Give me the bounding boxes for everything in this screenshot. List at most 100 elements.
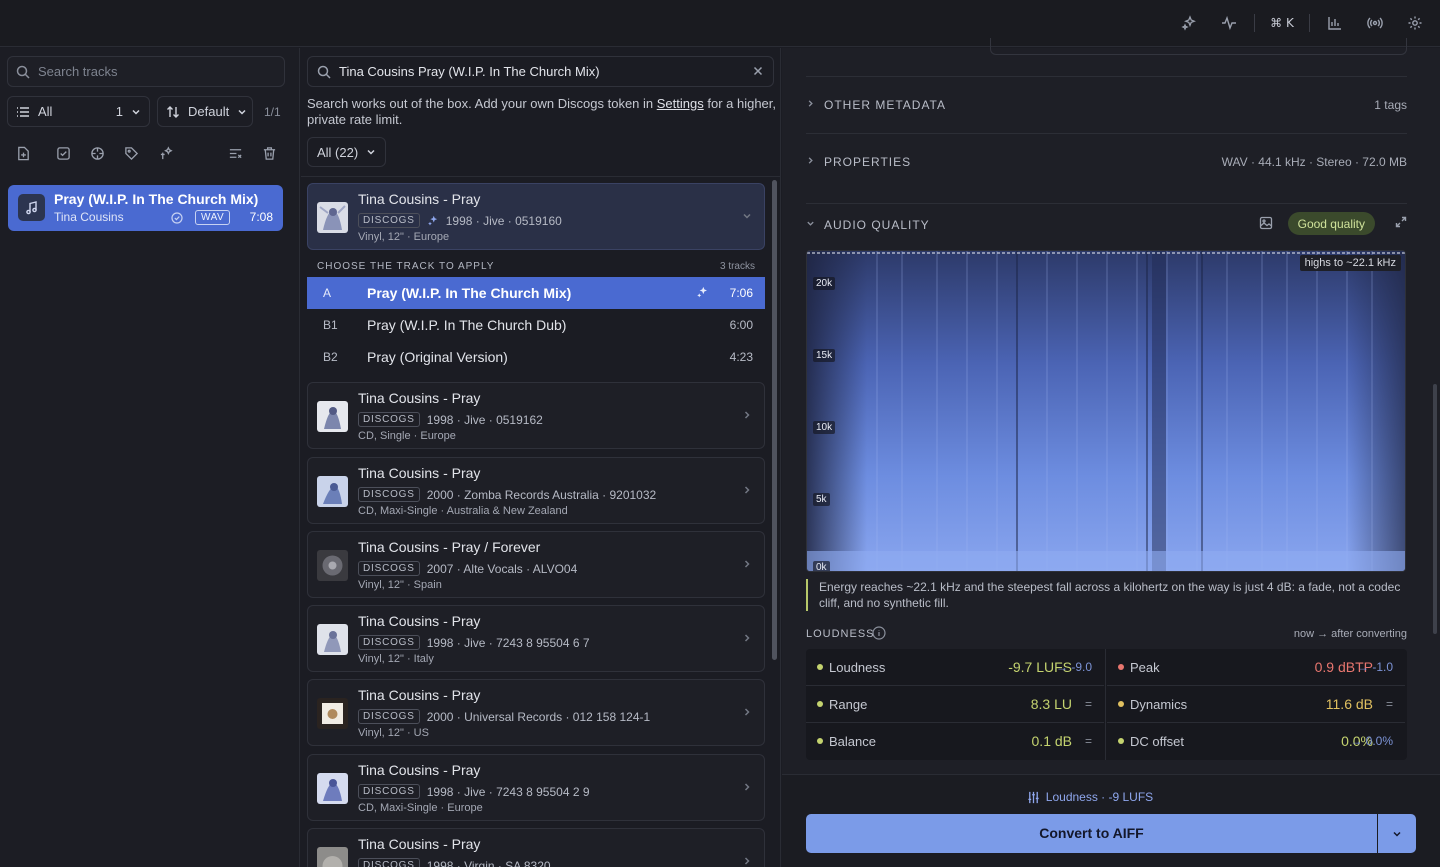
crosshair-icon[interactable] bbox=[86, 142, 108, 164]
clear-list-icon[interactable] bbox=[224, 142, 246, 164]
filter-dropdown[interactable]: All 1 bbox=[7, 96, 150, 127]
spectrogram: highs to ~22.1 kHz 20k 15k 10k 5k 0k bbox=[806, 250, 1406, 572]
album-art bbox=[317, 550, 348, 581]
tracklist-row[interactable]: B1 Pray (W.I.P. In The Church Dub) 6:00 bbox=[307, 309, 765, 341]
format-badge: WAV bbox=[195, 210, 231, 225]
ai-match-icon bbox=[696, 286, 709, 299]
audio-quality-label[interactable]: AUDIO QUALITY bbox=[824, 218, 930, 232]
track-search-box[interactable] bbox=[7, 56, 285, 87]
release-card[interactable]: Tina Cousins - Pray DISCOGS 1998 · Jive ·… bbox=[307, 754, 765, 821]
close-icon[interactable] bbox=[752, 65, 764, 77]
metric-range: Range 8.3 LU = bbox=[806, 686, 1104, 723]
audio-quality-section: AUDIO QUALITY Good quality bbox=[806, 203, 1407, 243]
release-card[interactable]: Tina Cousins - Pray DISCOGS 2000 · Zomba … bbox=[307, 457, 765, 524]
bar-chart-icon[interactable] bbox=[1324, 12, 1346, 34]
chevron-right-icon bbox=[742, 633, 752, 643]
chevron-down-icon[interactable] bbox=[806, 219, 815, 228]
music-note-icon bbox=[18, 194, 45, 221]
tracklist-row[interactable]: A Pray (W.I.P. In The Church Mix) 7:06 bbox=[307, 277, 765, 309]
details-scrollbar[interactable] bbox=[1433, 384, 1437, 634]
chevron-down-icon[interactable] bbox=[742, 211, 752, 221]
track-duration: 7:08 bbox=[249, 210, 273, 224]
chevron-down-icon bbox=[237, 107, 247, 117]
release-info: 1998 · Jive · 0519160 bbox=[445, 213, 562, 228]
results-scrollbar[interactable] bbox=[772, 180, 777, 660]
release-card[interactable]: Tina Cousins - Pray DISCOGS 1998 · Jive ·… bbox=[307, 605, 765, 672]
filter-count: 1 bbox=[115, 104, 123, 119]
list-icon bbox=[16, 105, 30, 119]
release-card[interactable]: Tina Cousins - Pray DISCOGS 2000 · Univer… bbox=[307, 679, 765, 746]
spectrogram-axis-label: 15k bbox=[813, 349, 836, 362]
track-list-item[interactable]: Pray (W.I.P. In The Church Mix) Tina Cou… bbox=[8, 185, 283, 231]
loudness-target-button[interactable]: Loudness · -9 LUFS bbox=[782, 790, 1398, 804]
release-title: Tina Cousins - Pray bbox=[358, 191, 481, 207]
search-icon bbox=[317, 65, 331, 79]
page-count: 1/1 bbox=[264, 104, 281, 119]
image-icon[interactable] bbox=[1259, 216, 1273, 230]
album-art bbox=[317, 202, 348, 233]
chevron-down-icon bbox=[131, 107, 141, 117]
magic-edit-icon[interactable] bbox=[155, 142, 177, 164]
settings-link[interactable]: Settings bbox=[657, 96, 704, 111]
release-format: Vinyl, 12" · Europe bbox=[358, 231, 450, 243]
release-card[interactable]: Tina Cousins - Pray DISCOGS 1998 · Virgin… bbox=[307, 828, 765, 867]
sparkles-icon[interactable] bbox=[1178, 12, 1200, 34]
metric-loudness: Loudness -9.7 LUFS → -9.0 bbox=[806, 649, 1104, 686]
track-library-panel: All 1 Default 1/1 bbox=[0, 48, 300, 867]
album-art bbox=[317, 624, 348, 655]
track-artist: Tina Cousins bbox=[54, 210, 124, 224]
metadata-field-edge[interactable] bbox=[990, 38, 1407, 55]
convert-options-button[interactable] bbox=[1378, 814, 1416, 853]
status-check-icon bbox=[171, 212, 183, 224]
sliders-icon bbox=[1027, 791, 1040, 804]
activity-icon[interactable] bbox=[1218, 12, 1240, 34]
search-icon bbox=[16, 65, 30, 79]
chevron-right-icon bbox=[742, 559, 752, 569]
highs-note: highs to ~22.1 kHz bbox=[1299, 255, 1401, 271]
chooser-label: CHOOSE THE TRACK TO APPLY bbox=[317, 261, 495, 272]
release-card[interactable]: Tina Cousins - Pray DISCOGS 1998 · Jive … bbox=[307, 183, 765, 250]
library-toolbar bbox=[12, 142, 282, 164]
convert-button[interactable]: Convert to AIFF bbox=[806, 814, 1377, 853]
track-search-input[interactable] bbox=[38, 64, 268, 79]
properties-section[interactable]: PROPERTIES WAV · 44.1 kHz · Stereo · 72.… bbox=[806, 133, 1407, 183]
trash-icon[interactable] bbox=[258, 142, 280, 164]
results-filter-label: All (22) bbox=[317, 144, 359, 160]
gear-icon[interactable] bbox=[1404, 12, 1426, 34]
album-art bbox=[317, 476, 348, 507]
select-all-icon[interactable] bbox=[52, 142, 74, 164]
chevron-right-icon bbox=[806, 156, 815, 165]
info-icon[interactable] bbox=[872, 626, 886, 640]
add-file-icon[interactable] bbox=[12, 142, 34, 164]
sort-dropdown[interactable]: Default bbox=[157, 96, 253, 127]
spectrogram-axis-label: 5k bbox=[813, 493, 830, 506]
release-card[interactable]: Tina Cousins - Pray DISCOGS 1998 · Jive ·… bbox=[307, 382, 765, 449]
search-hint: Search works out of the box. Add your ow… bbox=[307, 96, 777, 127]
source-badge: DISCOGS bbox=[358, 213, 420, 228]
convert-bar: Loudness · -9 LUFS Convert to AIFF bbox=[782, 774, 1440, 867]
release-search-box[interactable]: Tina Cousins Pray (W.I.P. In The Church … bbox=[307, 56, 774, 87]
album-art bbox=[317, 773, 348, 804]
tracklist-row[interactable]: B2 Pray (Original Version) 4:23 bbox=[307, 341, 765, 373]
sort-label: Default bbox=[188, 104, 230, 119]
expand-icon[interactable] bbox=[1395, 216, 1407, 228]
metric-dc-offset: DC offset 0.0% → 0.0% bbox=[1107, 723, 1405, 760]
chevron-down-icon bbox=[366, 147, 376, 157]
release-card[interactable]: Tina Cousins - Pray / Forever DISCOGS 200… bbox=[307, 531, 765, 598]
metric-balance: Balance 0.1 dB = bbox=[806, 723, 1104, 760]
album-art bbox=[317, 401, 348, 432]
chevron-down-icon bbox=[1392, 829, 1402, 839]
other-metadata-section[interactable]: OTHER METADATA 1 tags bbox=[806, 76, 1407, 126]
discogs-search-panel: Tina Cousins Pray (W.I.P. In The Church … bbox=[301, 48, 781, 867]
command-palette-shortcut[interactable]: ⌘ K bbox=[1269, 12, 1295, 34]
spectrogram-axis-label: 20k bbox=[813, 277, 836, 290]
tag-icon[interactable] bbox=[120, 142, 142, 164]
chooser-count: 3 tracks bbox=[719, 261, 755, 272]
album-art bbox=[317, 847, 348, 867]
broadcast-icon[interactable] bbox=[1364, 12, 1386, 34]
results-filter-dropdown[interactable]: All (22) bbox=[307, 137, 387, 167]
release-search-input[interactable]: Tina Cousins Pray (W.I.P. In The Church … bbox=[339, 64, 600, 79]
filter-label: All bbox=[38, 104, 53, 119]
quality-explanation: Energy reaches ~22.1 kHz and the steepes… bbox=[806, 579, 1406, 611]
ai-match-icon bbox=[427, 215, 439, 227]
